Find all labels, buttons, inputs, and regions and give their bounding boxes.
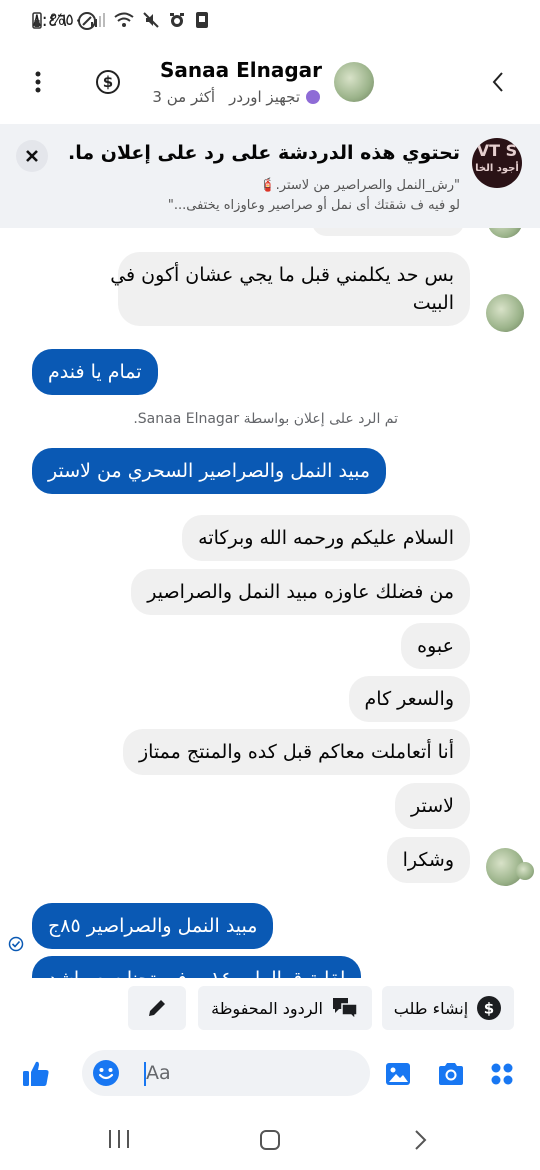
message-list[interactable]: بس حد يكلمني قبل ما يجي عشان أكون في الب…: [0, 228, 540, 978]
message-bubble-incoming[interactable]: وشكرا: [386, 837, 470, 883]
system-nav-bar: [0, 1110, 540, 1170]
contact-labels[interactable]: تجهيز اوردر أكثر من 3: [152, 88, 320, 106]
message-text: والسعر كام: [364, 688, 454, 710]
message-bubble-incoming[interactable]: والسعر كام: [348, 676, 470, 722]
dollar-circle-icon: $: [477, 996, 502, 1020]
message-text: بس حد يكلمني قبل ما يجي عشان أكون في: [110, 264, 454, 286]
more-options-button[interactable]: [18, 62, 58, 102]
message-text: مبيد النمل والصراصير السحري من لاستر: [48, 460, 371, 482]
app-icon: [196, 11, 209, 28]
previous-message-partial: [312, 228, 464, 236]
message-text: مبيد النمل والصراصير ٨٥ج: [48, 915, 258, 937]
message-text: السلام عليكم ورحمه الله وبركاته: [198, 527, 454, 549]
banner-ad-text: لو فيه ف شقتك أى نمل أو صراصير وعاوزاه ي…: [167, 198, 460, 213]
message-bubble-incoming[interactable]: عبوه: [401, 623, 470, 669]
svg-text:$: $: [484, 1000, 494, 1018]
chat-header: $ Sanaa Elnagar تجهيز اوردر أكثر من 3: [0, 44, 540, 124]
home-icon: [260, 1130, 280, 1150]
image-icon: [386, 1063, 410, 1085]
chevron-right-icon: [492, 72, 503, 92]
seen-avatar: [516, 862, 534, 880]
signal-icon: [91, 12, 106, 27]
label-text: تجهيز اوردر: [229, 88, 300, 106]
sender-avatar: [488, 228, 522, 238]
sender-avatar: [486, 294, 524, 332]
chip-label: الردود المحفوظة: [211, 998, 323, 1018]
message-text: لقاية ق الراب ١٤ م في تجنا سعر اشد: [48, 968, 345, 978]
vertical-dots-icon: [35, 71, 41, 93]
message-text: أنا أتعاملت معاكم قبل كده والمنتج ممتاز: [138, 741, 454, 763]
input-placeholder: Aa: [146, 1062, 171, 1084]
dollar-circle-icon: $: [96, 70, 120, 94]
message-text: من فضلك عاوزه مبيد النمل والصراصير: [147, 581, 454, 603]
message-text: لاستر: [411, 795, 454, 817]
banner-title: تحتوي هذه الدردشة على رد على إعلان ما.: [68, 142, 460, 164]
close-icon: [26, 150, 38, 162]
banner-ad-title: "رش_النمل والصراصير من لاستر.🧯: [259, 178, 460, 193]
more-actions-button[interactable]: [488, 1060, 518, 1090]
label-more: أكثر من 3: [152, 88, 216, 106]
logo-text-bottom: أجود الخا: [475, 163, 519, 174]
svg-text:$: $: [103, 73, 113, 91]
contact-name[interactable]: Sanaa Elnagar: [160, 58, 322, 82]
status-bar: ٨:٤٦ %٥٠: [0, 0, 540, 44]
like-button[interactable]: [20, 1058, 54, 1092]
saved-replies-chip[interactable]: الردود المحفوظة: [198, 986, 372, 1030]
chevron-right-icon: [415, 1130, 427, 1150]
recents-icon: [109, 1130, 129, 1148]
message-text: تمام يا فندم: [48, 361, 142, 383]
back-button[interactable]: [478, 62, 518, 102]
message-bubble-outgoing[interactable]: مبيد النمل والصراصير ٨٥ج: [32, 903, 274, 949]
wifi-icon: [114, 12, 135, 27]
advertiser-logo: VT S أجود الخا: [472, 138, 522, 188]
message-input[interactable]: Aa: [82, 1050, 370, 1096]
status-icons-right: %٥٠: [32, 10, 210, 29]
ad-reply-note: تم الرد على إعلان بواسطة Sanaa Elnagar.: [133, 411, 398, 427]
home-button[interactable]: [258, 1128, 284, 1154]
message-bubble-outgoing[interactable]: مبيد النمل والصراصير السحري من لاستر: [32, 448, 387, 494]
emoji-icon[interactable]: [92, 1059, 120, 1087]
message-text: وشكرا: [402, 849, 454, 871]
message-bubble-outgoing[interactable]: تمام يا فندم: [32, 349, 158, 395]
battery-icon: [32, 11, 42, 29]
payment-button[interactable]: $: [88, 62, 128, 102]
message-bubble-incoming[interactable]: بس حد يكلمني قبل ما يجي عشان أكون في الب…: [110, 252, 470, 326]
close-banner-button[interactable]: [16, 140, 48, 172]
camera-button[interactable]: [436, 1060, 466, 1090]
ad-reply-banner: تحتوي هذه الدردشة على رد على إعلان ما. "…: [0, 124, 540, 228]
create-order-chip[interactable]: $ إنشاء طلب: [382, 986, 514, 1030]
message-bubble-incoming[interactable]: أنا أتعاملت معاكم قبل كده والمنتج ممتاز: [122, 729, 470, 775]
contact-avatar[interactable]: [334, 62, 374, 102]
gallery-button[interactable]: [384, 1060, 414, 1090]
logo-text-top: VT S: [476, 141, 518, 160]
edit-chip[interactable]: [128, 986, 186, 1030]
recent-apps-button[interactable]: [106, 1128, 134, 1152]
message-bubble-outgoing[interactable]: لقاية ق الراب ١٤ م في تجنا سعر اشد: [32, 956, 362, 978]
pencil-icon: [149, 1000, 165, 1016]
back-nav-button[interactable]: [412, 1128, 434, 1154]
grid-dots-icon: [491, 1063, 513, 1085]
chip-label: إنشاء طلب: [393, 998, 469, 1018]
camera-icon: [439, 1063, 463, 1085]
message-text: البيت: [412, 292, 454, 314]
battery-text: %٥٠: [50, 10, 83, 29]
alarm-icon: [170, 12, 185, 27]
thumbs-up-icon: [23, 1061, 49, 1086]
label-dot-icon: [306, 90, 320, 104]
chat-bubbles-icon: [332, 998, 358, 1020]
message-bubble-incoming[interactable]: لاستر: [395, 783, 470, 829]
delivered-check-icon: [8, 936, 24, 952]
message-bubble-incoming[interactable]: السلام عليكم ورحمه الله وبركاته: [182, 515, 470, 561]
message-bubble-incoming[interactable]: من فضلك عاوزه مبيد النمل والصراصير: [131, 569, 470, 615]
mute-icon: [143, 11, 160, 28]
message-text: عبوه: [417, 635, 454, 657]
